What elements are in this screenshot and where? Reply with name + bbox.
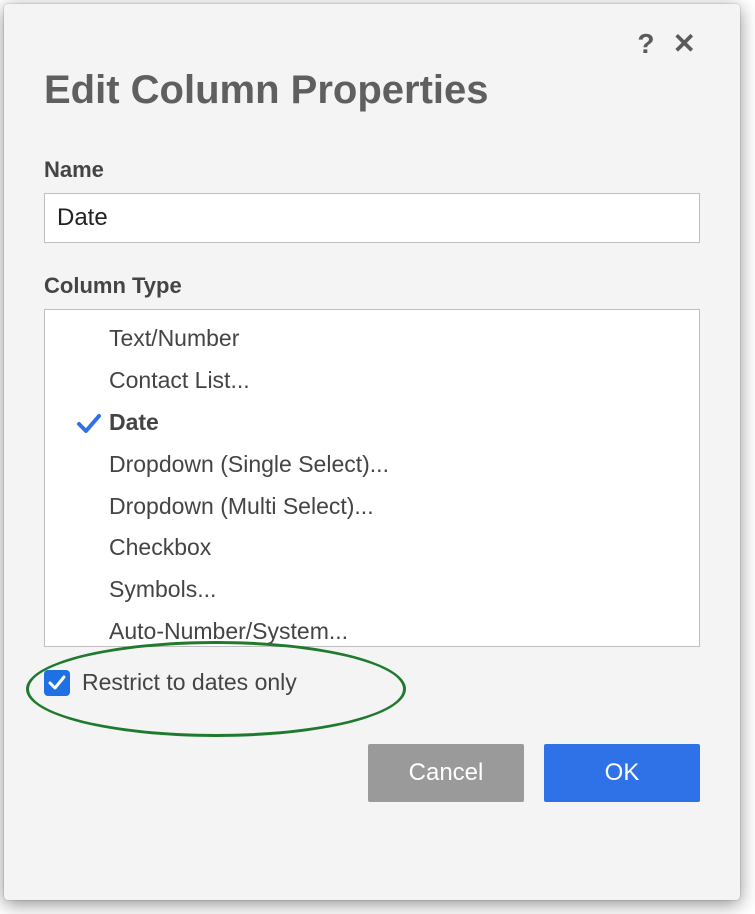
column-type-item-label: Symbols... <box>109 575 699 605</box>
dialog-title: Edit Column Properties <box>44 68 700 113</box>
dialog-topbar: ? ✕ <box>44 24 700 58</box>
column-type-item-date[interactable]: Date <box>45 402 699 444</box>
restrict-to-dates-row: Restrict to dates only <box>44 669 700 696</box>
column-type-item-symbols[interactable]: Symbols... <box>45 569 699 611</box>
edit-column-properties-dialog: ? ✕ Edit Column Properties Name Column T… <box>4 4 740 900</box>
column-type-item-label: Checkbox <box>109 533 699 563</box>
column-type-item-label: Dropdown (Single Select)... <box>109 450 699 480</box>
column-type-list: Text/Number Contact List... Date Dropdow… <box>44 309 700 647</box>
column-type-item-label: Date <box>109 408 699 438</box>
column-type-item-text-number[interactable]: Text/Number <box>45 318 699 360</box>
column-type-item-contact-list[interactable]: Contact List... <box>45 360 699 402</box>
column-type-item-dropdown-single[interactable]: Dropdown (Single Select)... <box>45 444 699 486</box>
restrict-checkbox[interactable] <box>44 670 70 696</box>
column-type-item-label: Contact List... <box>109 366 699 396</box>
name-input-container <box>44 193 700 243</box>
name-label: Name <box>44 157 700 183</box>
column-type-item-label: Text/Number <box>109 324 699 354</box>
column-type-item-label: Dropdown (Multi Select)... <box>109 492 699 522</box>
restrict-label: Restrict to dates only <box>82 669 297 696</box>
column-type-label: Column Type <box>44 273 700 299</box>
column-type-item-checkbox[interactable]: Checkbox <box>45 527 699 569</box>
close-icon[interactable]: ✕ <box>673 30 696 58</box>
cancel-button[interactable]: Cancel <box>368 744 524 802</box>
help-icon[interactable]: ? <box>637 30 654 58</box>
name-input[interactable] <box>57 204 687 232</box>
dialog-buttons: Cancel OK <box>44 744 700 802</box>
ok-button[interactable]: OK <box>544 744 700 802</box>
column-type-item-auto-number[interactable]: Auto-Number/System... <box>45 611 699 647</box>
column-type-item-label: Auto-Number/System... <box>109 617 699 647</box>
check-icon <box>69 412 109 434</box>
column-type-item-dropdown-multi[interactable]: Dropdown (Multi Select)... <box>45 486 699 528</box>
checkmark-icon <box>48 675 66 691</box>
